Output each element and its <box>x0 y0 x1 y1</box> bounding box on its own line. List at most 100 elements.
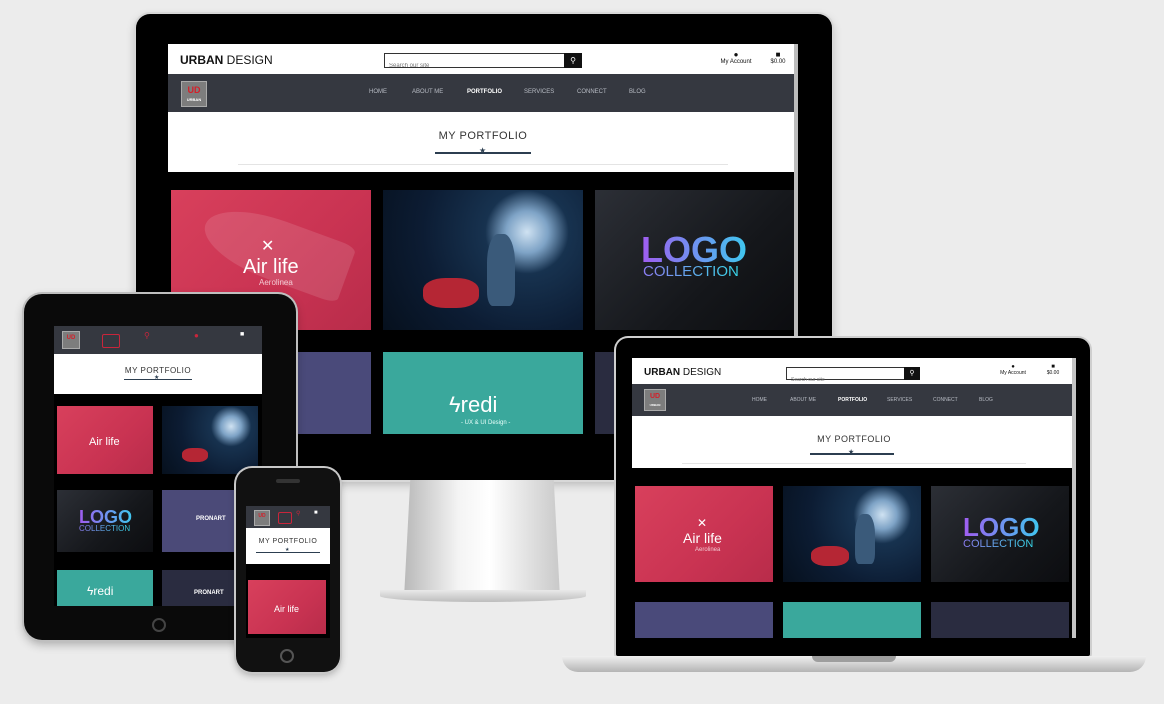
nav-about-me[interactable]: ABOUT ME <box>412 89 443 95</box>
section-divider <box>682 463 1026 464</box>
magnifier-icon: ⚲ <box>570 56 576 65</box>
laptop-header: URBAN DESIGN ⚲ ● My Account ■ $0.00 <box>632 358 1076 386</box>
portfolio-item-airlife[interactable]: Air life <box>248 580 326 634</box>
site-logo[interactable]: UD URBAN <box>181 81 207 107</box>
tablet-heading: MY PORTFOLIO ★ <box>54 354 262 394</box>
phone-home-button <box>280 649 294 663</box>
logo-subtitle: COLLECTION <box>963 538 1034 550</box>
nav-blog[interactable]: BLOG <box>979 397 993 403</box>
phone-gallery: Air life <box>246 564 330 638</box>
nav-home[interactable]: HOME <box>752 397 767 403</box>
portfolio-item-airlife[interactable]: ✕ Air life Aerolinea <box>635 486 773 582</box>
account-link[interactable]: ● My Account <box>998 364 1028 376</box>
search-icon[interactable]: ⚲ <box>144 331 150 340</box>
portfolio-item-redi[interactable] <box>783 602 921 638</box>
nav-blog[interactable]: BLOG <box>629 89 646 95</box>
search-button[interactable]: ⚲ <box>904 367 920 380</box>
site-logo[interactable]: UD URBAN <box>644 389 666 411</box>
person-icon: ● <box>733 50 739 59</box>
menu-toggle-icon[interactable] <box>278 512 292 524</box>
search-icon[interactable]: ⚲ <box>296 510 300 517</box>
phone-page-title: MY PORTFOLIO <box>258 538 318 545</box>
portfolio-item-redi[interactable]: ϟredi <box>57 570 153 606</box>
tablet-home-button <box>152 618 166 632</box>
portfolio-item-logo-collection[interactable]: LOGO COLLECTION <box>595 190 795 330</box>
star-icon: ★ <box>479 146 487 155</box>
cart-link[interactable]: ■ $0.00 <box>1042 364 1064 376</box>
star-icon: ★ <box>285 547 290 553</box>
airlife-title: Air life <box>243 256 299 278</box>
star-icon: ★ <box>154 375 160 381</box>
portfolio-item-logo-collection[interactable]: LOGO COLLECTION <box>57 490 153 552</box>
portfolio-item-moon-rider[interactable] <box>783 486 921 582</box>
tablet-header: UD ⚲ ● ■ <box>54 326 262 354</box>
monitor-stand-base <box>380 590 586 602</box>
portfolio-item-pronart[interactable] <box>635 602 773 638</box>
bolt-icon: ϟ <box>449 392 461 417</box>
bag-icon[interactable]: ■ <box>314 510 318 516</box>
motorbike-figure <box>811 546 849 566</box>
redi-subtitle: - UX & UI Design - <box>461 420 511 426</box>
bag-icon: ■ <box>775 50 781 59</box>
laptop-notch <box>812 656 896 662</box>
scrollbar[interactable] <box>1072 358 1076 638</box>
bag-icon[interactable]: ■ <box>240 331 244 338</box>
nav-services[interactable]: SERVICES <box>524 89 554 95</box>
logo-title: LOGO <box>963 512 1040 542</box>
site-brand[interactable]: URBAN DESIGN <box>644 367 721 378</box>
portfolio-heading: MY PORTFOLIO ★ <box>168 112 798 172</box>
portfolio-item-moon-rider[interactable] <box>383 190 583 330</box>
search-input[interactable] <box>385 59 581 73</box>
laptop-screen: URBAN DESIGN ⚲ ● My Account ■ $0.00 UDUR… <box>632 358 1076 638</box>
person-icon[interactable]: ● <box>194 331 199 340</box>
airlife-subtitle: Aerolinea <box>259 278 293 287</box>
airlife-subtitle: Aerolinea <box>695 547 721 553</box>
portfolio-heading: MY PORTFOLIO ★ <box>632 416 1076 468</box>
portfolio-item-logo-collection[interactable]: LOGO COLLECTION <box>931 486 1069 582</box>
page-title: MY PORTFOLIO <box>817 434 891 444</box>
section-divider <box>238 164 728 165</box>
main-nav: UD URBAN HOME ABOUT ME PORTFOLIO SERVICES… <box>632 384 1076 416</box>
menu-toggle-icon[interactable] <box>102 334 120 348</box>
site-brand[interactable]: URBAN DESIGN <box>180 53 273 67</box>
phone-heading: MY PORTFOLIO ★ <box>246 528 330 564</box>
airlife-title: Air life <box>274 604 300 614</box>
tablet-gallery: Air life LOGO COLLECTION PRONART ϟredi P… <box>54 394 262 606</box>
airlife-emblem-icon: ✕ <box>697 516 708 530</box>
portfolio-item-redi[interactable]: ϟredi - UX & UI Design - <box>383 352 583 434</box>
main-nav: UD URBAN HOME ABOUT ME PORTFOLIO SERVICES… <box>168 74 798 112</box>
pronart-title: PRONART <box>194 590 224 596</box>
nav-about-me[interactable]: ABOUT ME <box>790 397 816 403</box>
monitor-stand <box>404 480 560 598</box>
airlife-title: Air life <box>683 530 722 546</box>
portfolio-item-moon-rider[interactable] <box>162 406 258 474</box>
phone-logo[interactable]: UD <box>254 510 270 526</box>
account-link[interactable]: ● My Account <box>718 50 754 65</box>
site-header: URBAN DESIGN ⚲ ● My Account ■ $0.00 <box>168 44 798 74</box>
search-button[interactable]: ⚲ <box>564 53 582 68</box>
portfolio-item-dark[interactable] <box>931 602 1069 638</box>
nav-services[interactable]: SERVICES <box>887 397 912 403</box>
portfolio-item-airlife[interactable]: Air life <box>57 406 153 474</box>
nav-portfolio[interactable]: PORTFOLIO <box>838 397 867 403</box>
motorbike-figure <box>423 278 479 308</box>
search-box: ⚲ <box>786 367 920 386</box>
nav-connect[interactable]: CONNECT <box>577 89 607 95</box>
tablet-logo[interactable]: UD <box>62 331 80 349</box>
portfolio-gallery: ✕ Air life Aerolinea LOGO COLLECTION <box>632 468 1076 638</box>
logo-subtitle: COLLECTION <box>643 263 739 280</box>
nav-portfolio[interactable]: PORTFOLIO <box>467 89 502 95</box>
motorbike-figure <box>182 448 208 462</box>
magnifier-icon: ⚲ <box>909 370 915 377</box>
redi-title: ϟredi <box>87 584 114 598</box>
rider-figure <box>855 514 875 564</box>
account-label: My Account <box>1000 370 1026 376</box>
nav-connect[interactable]: CONNECT <box>933 397 958 403</box>
page-title: MY PORTFOLIO <box>438 130 528 142</box>
nav-home[interactable]: HOME <box>369 89 387 95</box>
cart-link[interactable]: ■ $0.00 <box>766 50 790 65</box>
search-box: ⚲ <box>384 53 582 73</box>
airlife-title: Air life <box>89 436 120 448</box>
logo-subtitle: COLLECTION <box>79 524 131 533</box>
redi-title: ϟredi <box>449 392 498 417</box>
